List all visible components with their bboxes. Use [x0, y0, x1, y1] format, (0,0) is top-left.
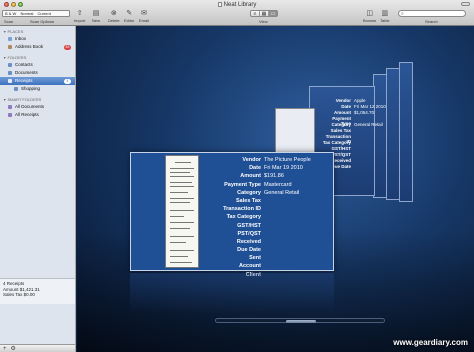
smart-folder-icon	[8, 105, 12, 109]
view-mode-control[interactable]: ≡ ▦ ▭	[250, 10, 278, 17]
count-badge: 4	[64, 78, 71, 84]
payment-type-value: Mastercard	[264, 181, 292, 188]
address-book-icon	[8, 45, 12, 49]
sidebar-item-contacts[interactable]: Contacts	[0, 61, 75, 69]
email-button[interactable]: ✉ Email	[139, 10, 149, 23]
sidebar: ▼Places Inbox Address Book 45 ▼Folders C…	[0, 26, 76, 352]
list-view-icon[interactable]: ≡	[251, 11, 260, 17]
title-bar: Neat Library	[0, 0, 474, 9]
field-row: Amount $191.86	[240, 173, 284, 180]
gear-icon[interactable]: ⚙	[11, 345, 16, 352]
receipt-card[interactable]	[399, 62, 413, 202]
field-row: PST/QST	[237, 230, 261, 237]
toolbar-toggle-button[interactable]	[461, 2, 470, 6]
sidebar-item-address-book[interactable]: Address Book 45	[0, 43, 75, 51]
field-row: Payment Type Mastercard	[224, 181, 292, 188]
sidebar-item-receipts[interactable]: Receipts 4	[0, 77, 75, 85]
category-value: General Retail	[264, 189, 300, 196]
scrollbar-thumb[interactable]	[286, 319, 316, 323]
field-row: Date Fri Mar 19 2010	[249, 165, 303, 172]
field-row: Received	[236, 238, 261, 245]
field-row: Due Date	[237, 247, 261, 254]
search-input[interactable]: ⌕	[398, 10, 466, 17]
sidebar-item-shopping[interactable]: Shopping	[0, 85, 75, 93]
import-button[interactable]: ⇪ Import	[74, 10, 85, 23]
category-value: General Retail	[354, 122, 383, 127]
table-button[interactable]: ▥ Table	[380, 10, 390, 23]
field-row: Sales Tax	[236, 197, 261, 204]
receipt-card-selected[interactable]: Vendor The Picture People Date Fri Mar 19 …	[130, 152, 334, 278]
date-value: Fri Mar 19 2010	[264, 165, 303, 172]
folder-summary: 4 Receipts Amount $1,421.31 Sales Tax $0…	[0, 278, 75, 304]
scan-options-select[interactable]: B & W Normal Current	[2, 10, 70, 17]
scan-button-label: Scan	[4, 19, 14, 24]
editor-icon: ✎	[126, 10, 133, 17]
new-icon: ▤	[92, 10, 100, 17]
table-icon: ▥	[381, 10, 389, 17]
field-row: GST/HST	[237, 222, 261, 229]
field-row: Vendor The Picture People	[242, 157, 311, 163]
folder-icon	[8, 63, 12, 67]
folders-header[interactable]: ▼Folders	[3, 55, 26, 60]
scan-quality: Normal	[20, 11, 34, 16]
summary-sales-tax: Sales Tax $0.00	[3, 292, 35, 297]
sidebar-item-all-documents[interactable]: All Documents	[0, 103, 75, 111]
card-reflection	[130, 273, 334, 313]
disclosure-triangle-icon: ▼	[3, 56, 7, 60]
sidebar-item-inbox[interactable]: Inbox	[0, 35, 75, 43]
date-value: Fri Mar 12 2010	[354, 104, 386, 109]
delete-icon: ⊗	[110, 10, 117, 17]
receipt-fields: Vendor The Picture People Date Fri Mar 19 …	[206, 156, 331, 279]
field-row: Transaction ID	[223, 206, 261, 213]
folder-icon	[14, 87, 18, 91]
places-header[interactable]: ▼Places	[3, 29, 23, 34]
disclosure-triangle-icon: ▼	[3, 30, 7, 34]
browse-button[interactable]: ◫ Browse	[363, 10, 376, 23]
sidebar-item-documents[interactable]: Documents	[0, 69, 75, 77]
disclosure-triangle-icon: ▼	[3, 98, 7, 102]
editor-button[interactable]: ✎ Editor	[124, 10, 134, 23]
coverflow-scrollbar[interactable]	[215, 318, 385, 323]
import-icon: ⇪	[76, 10, 83, 17]
vendor-value: The Picture People	[264, 157, 311, 163]
receipt-image	[165, 155, 199, 268]
scan-options-label: Scan Options	[30, 19, 55, 24]
field-row: Sent	[249, 255, 261, 262]
amount-value: $1,054.70	[354, 110, 375, 115]
field-row: Category General Retail	[237, 189, 300, 196]
scan-color-mode: B & W	[5, 11, 17, 16]
sidebar-item-all-receipts[interactable]: All Receipts	[0, 111, 75, 119]
scan-target: Current	[37, 11, 51, 16]
inbox-icon	[8, 37, 12, 41]
window-title: Neat Library	[0, 1, 474, 8]
vendor-value: Apple	[354, 98, 366, 103]
toolbar: Neat Library B & W Normal Current Scan S…	[0, 0, 474, 26]
coverflow-view: Vendor Apple Date Fri Mar 12 2010 Amount…	[77, 26, 474, 352]
count-badge: 45	[64, 44, 71, 50]
email-icon: ✉	[141, 10, 147, 17]
field-row: Tax Category	[226, 214, 261, 221]
coverflow-view-icon[interactable]: ▭	[269, 11, 277, 17]
amount-value: $191.86	[264, 173, 284, 180]
delete-button[interactable]: ⊗ Delete	[108, 10, 120, 23]
smart-folders-header[interactable]: ▼Smart Folders	[3, 97, 41, 102]
document-icon	[217, 1, 222, 7]
folder-icon	[8, 71, 12, 75]
browse-icon: ◫	[366, 10, 373, 17]
add-folder-icon[interactable]: +	[3, 346, 7, 352]
view-label: View	[259, 19, 268, 24]
sidebar-actions: + ⚙	[0, 344, 75, 352]
neat-library-window: Neat Library B & W Normal Current Scan S…	[0, 0, 474, 352]
search-label: Search	[425, 19, 438, 24]
smart-folder-icon	[8, 113, 12, 117]
folder-icon	[8, 79, 12, 83]
field-row: Account	[239, 263, 261, 270]
detail-view-icon[interactable]: ▦	[260, 11, 269, 17]
new-button[interactable]: ▤ New	[92, 10, 100, 23]
search-icon: ⌕	[401, 11, 404, 17]
watermark: www.geardiary.com	[393, 338, 468, 347]
